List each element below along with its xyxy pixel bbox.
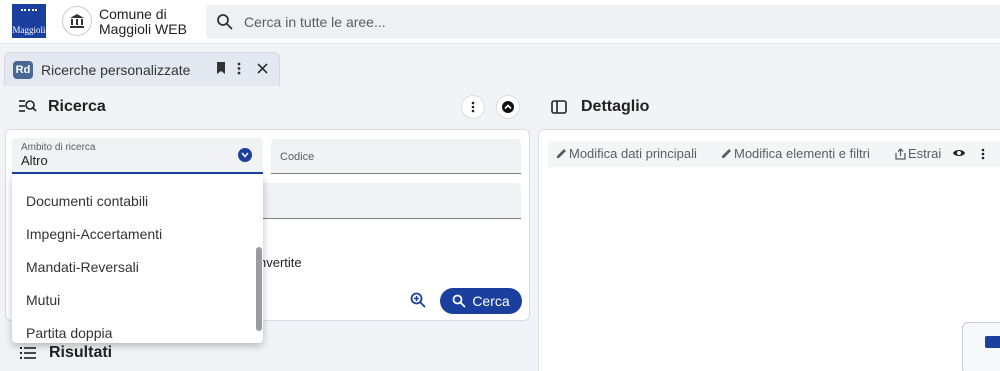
top-bar: Maggioli Comune di Maggioli WEB xyxy=(0,0,1000,44)
chevron-down-icon xyxy=(238,148,252,162)
partial-option-text: nvertite xyxy=(259,255,302,270)
more-vertical-icon xyxy=(471,101,475,113)
pencil-icon xyxy=(557,149,566,158)
panel-title-dettaglio: Dettaglio xyxy=(581,98,650,115)
global-search xyxy=(206,5,1000,39)
toolbar-more-button[interactable] xyxy=(981,148,985,160)
modifica-dati-label: Modifica dati principali xyxy=(569,146,697,161)
panel-title-risultati: Risultati xyxy=(49,344,113,361)
org-name-line1: Comune di xyxy=(99,6,167,22)
estrai-button[interactable]: Estrai xyxy=(895,146,941,161)
dropdown-option[interactable]: Mandati-Reversali xyxy=(12,250,252,283)
ambito-label: Ambito di ricerca xyxy=(21,142,96,153)
descrizione-field[interactable] xyxy=(258,183,521,219)
logo-text: Maggioli xyxy=(12,25,46,35)
town-hall-icon xyxy=(62,6,92,36)
codice-label: Codice xyxy=(280,151,315,163)
collapse-icon xyxy=(502,101,514,113)
maggioli-logo[interactable]: Maggioli xyxy=(12,4,46,38)
tab-ricerche-personalizzate[interactable]: Rd Ricerche personalizzate xyxy=(4,52,280,86)
illustration-accent xyxy=(985,336,1000,348)
modifica-elementi-button[interactable]: Modifica elementi e filtri xyxy=(721,146,870,161)
org-name-line2: Maggioli WEB xyxy=(99,21,187,37)
cerca-button-label: Cerca xyxy=(472,293,510,309)
dropdown-option[interactable]: Partita doppia xyxy=(12,316,252,343)
zoom-in-icon xyxy=(410,292,426,308)
panel-icon xyxy=(551,100,567,114)
modifica-dati-button[interactable]: Modifica dati principali xyxy=(556,146,697,161)
advanced-search-button[interactable] xyxy=(405,287,431,313)
cerca-button[interactable]: Cerca xyxy=(440,288,522,314)
tab-strip: Rd Ricerche personalizzate xyxy=(0,52,1000,86)
pencil-icon xyxy=(722,149,731,158)
ambito-dropdown: Documenti contabili Impegni-Accertamenti… xyxy=(12,175,263,343)
modifica-elementi-label: Modifica elementi e filtri xyxy=(734,146,870,161)
eye-icon xyxy=(953,150,965,156)
organization-name: Comune di Maggioli WEB xyxy=(99,7,187,37)
ambito-value: Altro xyxy=(21,153,48,168)
codice-field[interactable]: Codice xyxy=(271,139,521,174)
dropdown-option[interactable]: Impegni-Accertamenti xyxy=(12,217,252,250)
tab-title: Ricerche personalizzate xyxy=(41,62,191,78)
view-button[interactable] xyxy=(952,148,966,158)
close-icon[interactable] xyxy=(257,62,268,77)
more-vertical-icon xyxy=(981,148,985,160)
global-search-input[interactable] xyxy=(244,11,844,33)
dropdown-option[interactable]: Documenti contabili xyxy=(12,184,252,217)
panel-title-ricerca: Ricerca xyxy=(48,98,106,115)
search-icon xyxy=(217,14,233,30)
search-list-icon xyxy=(19,100,37,112)
estrai-label: Estrai xyxy=(908,146,942,161)
dropdown-scrollbar[interactable] xyxy=(256,247,262,331)
ambito-select[interactable]: Ambito di ricerca Altro xyxy=(12,138,263,174)
tab-more-icon[interactable] xyxy=(237,62,241,78)
export-icon xyxy=(895,147,906,160)
list-icon xyxy=(20,347,36,359)
tab-app-icon: Rd xyxy=(13,61,33,79)
ricerca-collapse-button[interactable] xyxy=(496,95,520,119)
logo-dots-icon xyxy=(21,9,37,11)
dropdown-option[interactable]: Mutui xyxy=(12,283,252,316)
search-icon xyxy=(452,294,466,308)
bookmark-icon[interactable] xyxy=(216,62,226,78)
ricerca-more-button[interactable] xyxy=(461,95,485,119)
